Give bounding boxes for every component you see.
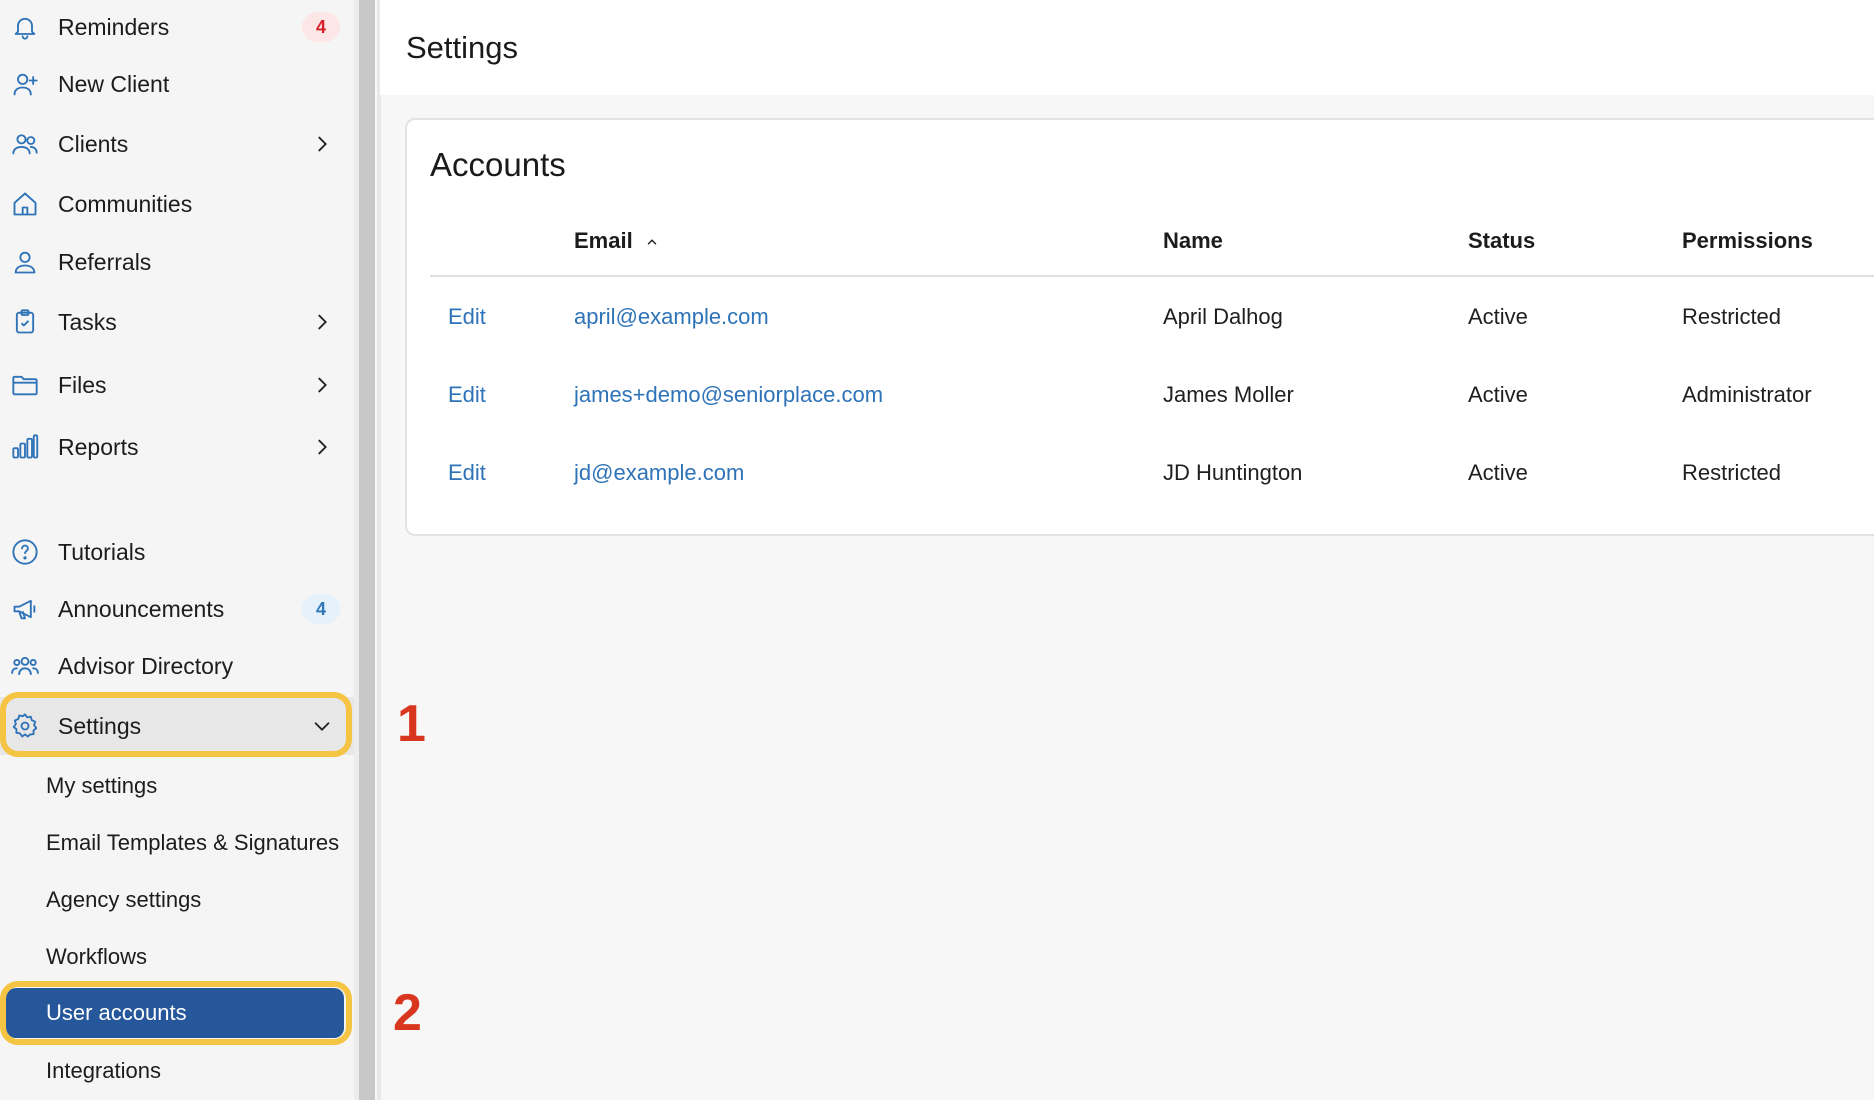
page-header (380, 0, 1874, 95)
sidebar-item-label: Reminders (58, 13, 170, 40)
sidebar: Reminders 4 New Client Clients Communiti… (0, 0, 354, 1100)
email-link[interactable]: april@example.com (574, 304, 769, 330)
sidebar-item-clients[interactable]: Clients (0, 115, 354, 173)
users-icon (10, 129, 40, 159)
sidebar-item-new-client[interactable]: New Client (0, 55, 354, 113)
sidebar-subitem-my-settings[interactable]: My settings (0, 760, 354, 812)
sidebar-subitem-user-accounts[interactable]: User accounts (6, 988, 344, 1038)
sidebar-subitem-label: Agency settings (46, 887, 202, 912)
column-header-status[interactable]: Status (1468, 228, 1535, 254)
people-group-icon (10, 651, 40, 681)
sidebar-subitem-agency-settings[interactable]: Agency settings (0, 874, 354, 926)
sidebar-subitem-label: My settings (46, 773, 158, 798)
chevron-right-icon (311, 311, 333, 333)
account-permissions: Restricted (1682, 304, 1782, 329)
gear-icon (10, 711, 40, 741)
edit-link[interactable]: Edit (448, 460, 486, 486)
sidebar-subitem-workflows[interactable]: Workflows (0, 931, 354, 983)
chevron-right-icon (311, 133, 333, 155)
sidebar-subitem-label: Email Templates & Signatures (46, 830, 340, 855)
user-plus-icon (10, 69, 40, 99)
sidebar-item-reminders[interactable]: Reminders 4 (0, 0, 354, 56)
account-permissions: Restricted (1682, 460, 1782, 485)
sidebar-item-label: Tutorials (58, 538, 146, 565)
folder-icon (10, 370, 40, 400)
sidebar-scrollbar-thumb[interactable] (359, 0, 375, 1100)
sidebar-item-label: Advisor Directory (58, 652, 234, 679)
sidebar-item-label: Settings (58, 712, 142, 739)
sidebar-item-label: New Client (58, 70, 170, 97)
panel-divider (377, 0, 381, 1100)
sidebar-subitem-label: User accounts (46, 1000, 187, 1025)
user-icon (10, 247, 40, 277)
chevron-right-icon (311, 436, 333, 458)
sidebar-item-label: Communities (58, 190, 193, 217)
sidebar-item-label: Referrals (58, 248, 152, 275)
column-header-permissions[interactable]: Permissions (1682, 228, 1813, 254)
page-title: Settings (406, 30, 519, 65)
sidebar-item-files[interactable]: Files (0, 356, 354, 414)
sidebar-item-label: Announcements (58, 595, 225, 622)
sort-ascending-icon (645, 229, 659, 255)
sidebar-item-communities[interactable]: Communities (0, 175, 354, 233)
edit-link[interactable]: Edit (448, 304, 486, 330)
sidebar-item-announcements[interactable]: Announcements 4 (0, 580, 354, 638)
clipboard-icon (10, 307, 40, 337)
sidebar-subitem-label: Workflows (46, 944, 148, 969)
sidebar-subitem-email-templates[interactable]: Email Templates & Signatures (0, 817, 354, 869)
sidebar-subitem-label: Integrations (46, 1058, 161, 1083)
table-header-divider (430, 275, 1874, 277)
account-name: JD Huntington (1163, 460, 1303, 485)
step-number-1: 1 (397, 695, 426, 753)
sidebar-item-tasks[interactable]: Tasks (0, 293, 354, 351)
sidebar-item-referrals[interactable]: Referrals (0, 233, 354, 291)
email-link[interactable]: james+demo@seniorplace.com (574, 382, 883, 408)
announcements-count-badge: 4 (302, 594, 340, 624)
edit-link[interactable]: Edit (448, 382, 486, 408)
email-link[interactable]: jd@example.com (574, 460, 744, 486)
sidebar-item-label: Reports (58, 433, 139, 460)
account-status: Active (1468, 460, 1528, 485)
bar-chart-icon (10, 432, 40, 462)
column-header-email-label: Email (574, 228, 633, 253)
chevron-down-icon (311, 715, 333, 737)
sidebar-subitem-integrations[interactable]: Integrations (0, 1045, 354, 1097)
home-icon (10, 189, 40, 219)
sidebar-item-reports[interactable]: Reports (0, 418, 354, 476)
sidebar-item-label: Clients (58, 130, 129, 157)
bell-icon (10, 12, 40, 42)
account-status: Active (1468, 382, 1528, 407)
account-status: Active (1468, 304, 1528, 329)
sidebar-item-advisor-directory[interactable]: Advisor Directory (0, 637, 354, 695)
step-number-2: 2 (393, 984, 422, 1042)
chevron-right-icon (311, 374, 333, 396)
sidebar-item-label: Tasks (58, 308, 117, 335)
sidebar-item-settings[interactable]: Settings (0, 697, 354, 755)
sidebar-item-label: Files (58, 371, 107, 398)
column-header-email[interactable]: Email (574, 228, 659, 255)
sidebar-item-tutorials[interactable]: Tutorials (0, 523, 354, 581)
megaphone-icon (10, 594, 40, 624)
help-circle-icon (10, 537, 40, 567)
column-header-name[interactable]: Name (1163, 228, 1223, 254)
account-permissions: Administrator (1682, 382, 1812, 407)
reminders-count-badge: 4 (302, 12, 340, 42)
account-name: April Dalhog (1163, 304, 1283, 329)
accounts-title: Accounts (430, 146, 566, 183)
account-name: James Moller (1163, 382, 1294, 407)
